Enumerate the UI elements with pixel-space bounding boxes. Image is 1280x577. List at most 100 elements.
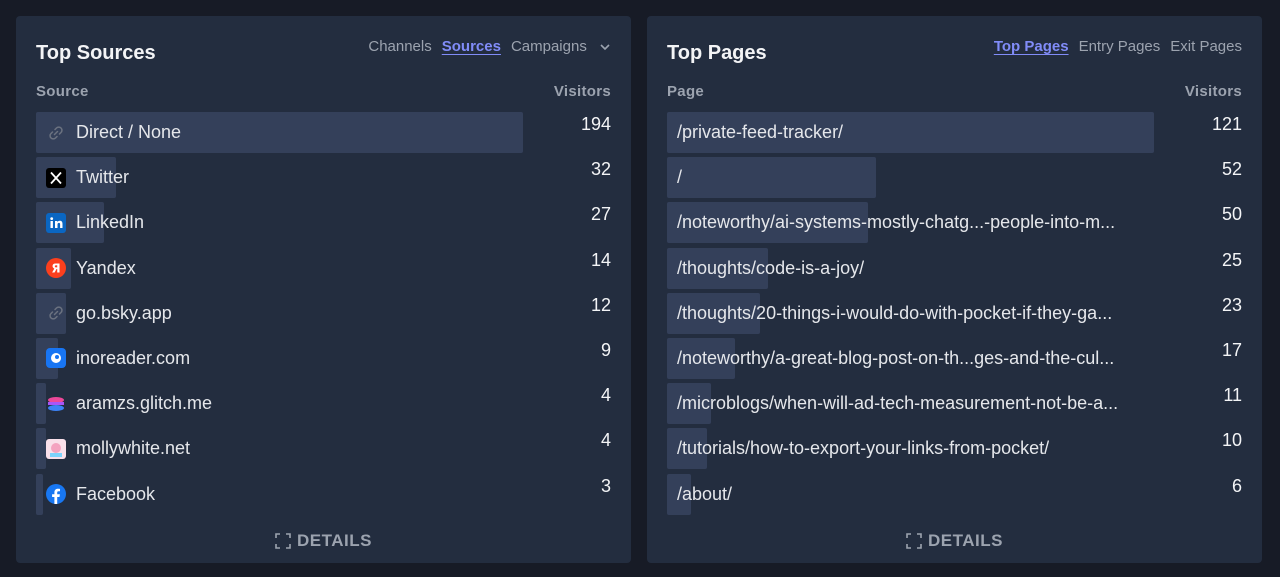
column-header-visitors: Visitors <box>553 83 611 100</box>
page-row[interactable]: /noteworthy/ai-systems-mostly-chatg...-p… <box>667 202 1242 244</box>
page-row[interactable]: /noteworthy/a-great-blog-post-on-th...ge… <box>667 337 1242 379</box>
row-content: / <box>667 167 682 188</box>
panel-title: Top Pages <box>667 42 767 64</box>
x-logo-icon <box>46 167 66 188</box>
page-label[interactable]: /thoughts/20-things-i-would-do-with-pock… <box>677 303 1112 324</box>
expand-icon <box>906 533 922 549</box>
source-row[interactable]: mollywhite.net 4 <box>36 428 611 470</box>
source-row[interactable]: Я Yandex 14 <box>36 247 611 289</box>
visitor-count: 121 <box>1211 114 1242 134</box>
details-button[interactable]: DETAILS <box>647 531 1262 551</box>
row-content: go.bsky.app <box>36 303 172 324</box>
column-header-visitors: Visitors <box>1184 83 1242 100</box>
tab-channels[interactable]: Channels <box>368 38 431 55</box>
visitor-count: 194 <box>580 114 611 134</box>
row-content: /thoughts/20-things-i-would-do-with-pock… <box>667 303 1112 324</box>
visitor-count: 25 <box>1221 249 1242 270</box>
source-label[interactable]: Direct / None <box>76 122 181 143</box>
yandex-icon: Я <box>46 258 66 279</box>
row-content: Direct / None <box>36 122 181 143</box>
page-label[interactable]: /noteworthy/ai-systems-mostly-chatg...-p… <box>677 212 1115 233</box>
page-row[interactable]: /about/6 <box>667 473 1242 515</box>
source-tabs: Channels Sources Campaigns <box>368 38 611 55</box>
visitor-count: 17 <box>1221 339 1242 360</box>
source-row[interactable]: inoreader.com 9 <box>36 337 611 379</box>
row-content: Я Yandex <box>36 258 136 279</box>
tab-campaigns[interactable]: Campaigns <box>511 38 611 55</box>
page-row[interactable]: / 52 <box>667 157 1242 199</box>
details-button[interactable]: DETAILS <box>16 531 631 551</box>
tab-top-pages[interactable]: Top Pages <box>994 38 1069 55</box>
visitor-count: 23 <box>1221 294 1242 315</box>
visitor-count: 9 <box>600 339 611 360</box>
page-label[interactable]: /about/ <box>677 484 732 505</box>
row-content: /tutorials/how-to-export-your-links-from… <box>667 438 1049 459</box>
row-content: /microblogs/when-will-ad-tech-measuremen… <box>667 393 1118 414</box>
page-label[interactable]: / <box>677 167 682 188</box>
visitor-count: 32 <box>590 159 611 180</box>
visitor-count: 14 <box>590 249 611 270</box>
visitor-count: 12 <box>590 294 611 315</box>
source-label[interactable]: Facebook <box>76 484 155 505</box>
page-row[interactable]: /thoughts/code-is-a-joy/25 <box>667 247 1242 289</box>
tab-exit-pages[interactable]: Exit Pages <box>1170 38 1242 55</box>
row-content: mollywhite.net <box>36 438 190 459</box>
page-tabs: Top Pages Entry Pages Exit Pages <box>994 38 1242 55</box>
source-label[interactable]: LinkedIn <box>76 212 144 233</box>
row-content: /noteworthy/a-great-blog-post-on-th...ge… <box>667 348 1114 369</box>
linkedin-icon <box>46 212 66 233</box>
tab-entry-pages[interactable]: Entry Pages <box>1079 38 1161 55</box>
column-header-page: Page <box>667 83 705 100</box>
link-icon <box>46 123 66 143</box>
row-content: Twitter <box>36 167 129 188</box>
source-list: Direct / None 194 Twitter 32 LinkedIn 27 Я Yand… <box>36 112 611 519</box>
visitor-count: 11 <box>1223 385 1242 406</box>
source-row[interactable]: Twitter 32 <box>36 157 611 199</box>
visitor-count: 3 <box>600 475 611 496</box>
page-label[interactable]: /noteworthy/a-great-blog-post-on-th...ge… <box>677 348 1114 369</box>
page-row[interactable]: /microblogs/when-will-ad-tech-measuremen… <box>667 383 1242 425</box>
source-label[interactable]: Twitter <box>76 167 129 188</box>
source-row[interactable]: Direct / None 194 <box>36 112 611 153</box>
page-row[interactable]: /private-feed-tracker/121 <box>667 112 1242 153</box>
page-list: /private-feed-tracker/121 / 52/noteworthy/… <box>667 112 1242 519</box>
expand-icon <box>275 533 291 549</box>
details-label: DETAILS <box>297 531 372 550</box>
row-content: /about/ <box>667 484 732 505</box>
top-sources-panel: Top Sources Channels Sources Campaigns S… <box>16 16 631 563</box>
link-icon <box>46 303 66 323</box>
source-label[interactable]: go.bsky.app <box>76 303 172 324</box>
source-row[interactable]: go.bsky.app 12 <box>36 292 611 334</box>
source-row[interactable]: aramzs.glitch.me 4 <box>36 383 611 425</box>
page-row[interactable]: /thoughts/20-things-i-would-do-with-pock… <box>667 292 1242 334</box>
page-label[interactable]: /tutorials/how-to-export-your-links-from… <box>677 438 1049 459</box>
page-label[interactable]: /thoughts/code-is-a-joy/ <box>677 258 864 279</box>
page-label[interactable]: /microblogs/when-will-ad-tech-measuremen… <box>677 393 1118 414</box>
row-content: /noteworthy/ai-systems-mostly-chatg...-p… <box>667 212 1115 233</box>
visitor-count: 10 <box>1221 430 1242 451</box>
tab-campaigns-label: Campaigns <box>510 38 587 55</box>
details-label: DETAILS <box>928 531 1003 550</box>
source-label[interactable]: inoreader.com <box>76 348 190 369</box>
page-label[interactable]: /private-feed-tracker/ <box>677 122 843 143</box>
source-row[interactable]: Facebook 3 <box>36 473 611 515</box>
row-content: inoreader.com <box>36 348 190 369</box>
chevron-down-icon <box>600 44 610 51</box>
glitch-icon <box>46 394 66 414</box>
tab-sources[interactable]: Sources <box>442 38 501 55</box>
svg-text:Я: Я <box>51 262 60 276</box>
facebook-icon <box>46 484 66 504</box>
visitor-count: 4 <box>600 430 611 451</box>
row-content: Facebook <box>36 484 155 505</box>
top-pages-panel: Top Pages Top Pages Entry Pages Exit Pag… <box>647 16 1262 563</box>
page-row[interactable]: /tutorials/how-to-export-your-links-from… <box>667 428 1242 470</box>
row-content: LinkedIn <box>36 212 144 233</box>
column-header-source: Source <box>36 83 89 100</box>
visitor-count: 50 <box>1221 204 1242 225</box>
source-label[interactable]: Yandex <box>76 258 136 279</box>
source-label[interactable]: mollywhite.net <box>76 438 190 459</box>
row-content: /thoughts/code-is-a-joy/ <box>667 258 864 279</box>
source-row[interactable]: LinkedIn 27 <box>36 202 611 244</box>
source-label[interactable]: aramzs.glitch.me <box>76 393 212 414</box>
visitor-count: 4 <box>600 385 611 406</box>
